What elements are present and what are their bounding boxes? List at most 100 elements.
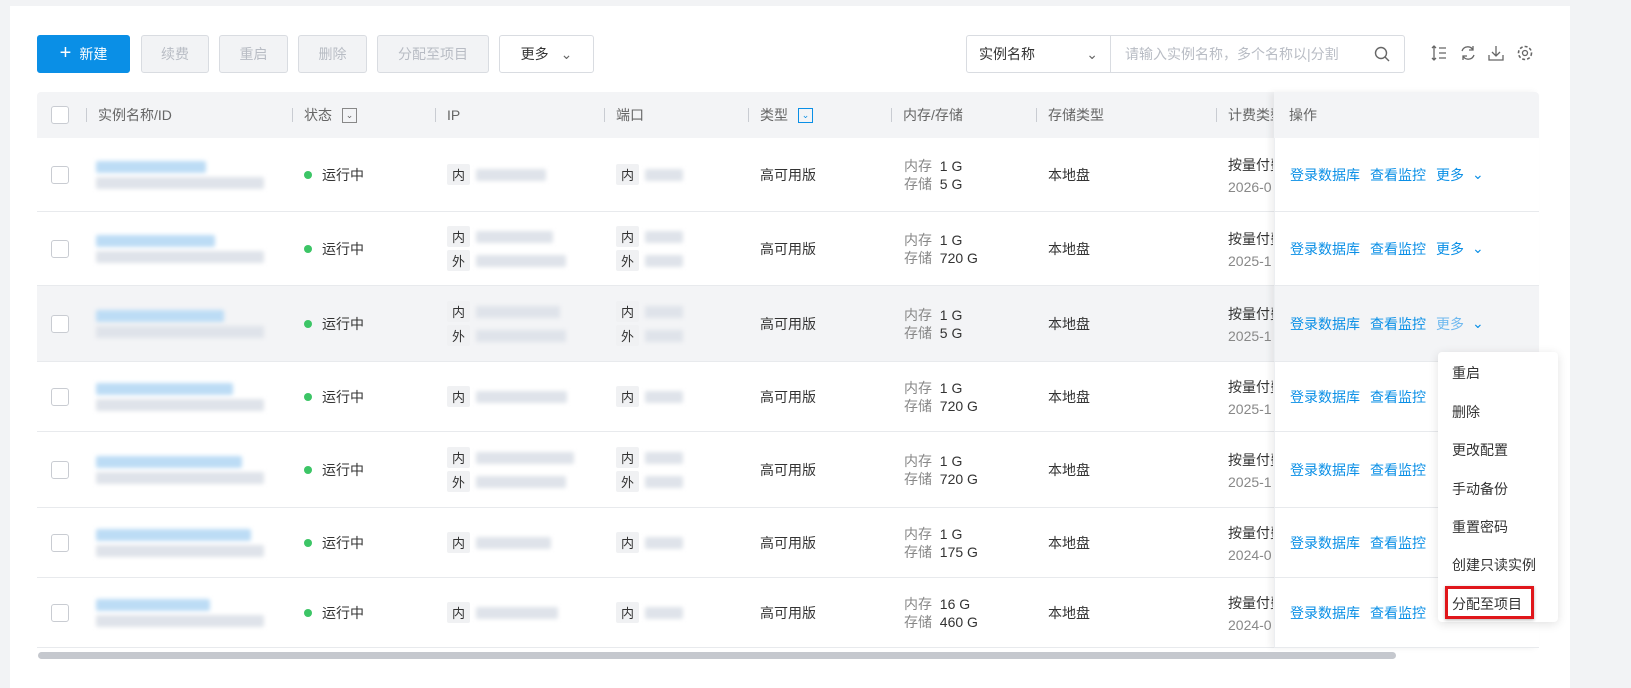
status-text: 运行中: [322, 604, 364, 621]
inner-label: 内: [447, 447, 471, 468]
new-label: 新建: [79, 46, 108, 62]
select-all-checkbox[interactable]: [51, 106, 69, 124]
ip-value: [476, 390, 568, 403]
search-field-label: 实例名称: [979, 46, 1035, 62]
ip-value: [476, 254, 567, 267]
instance-name[interactable]: [96, 309, 224, 322]
inner-label: 内: [616, 447, 640, 468]
expire-date: 2025-1: [1228, 473, 1272, 490]
row-checkbox[interactable]: [51, 534, 69, 552]
instance-id: [96, 614, 264, 627]
type-cell: 高可用版: [760, 461, 816, 478]
instance-name-cell[interactable]: [96, 138, 264, 211]
running-status-dot: [304, 392, 312, 401]
refresh-icon[interactable]: [1459, 44, 1477, 62]
settings-icon[interactable]: [1516, 44, 1534, 62]
ip-cell: 内外: [447, 212, 567, 285]
mem-label: 内存: [904, 231, 932, 248]
filter-icon[interactable]: ⌄: [798, 107, 813, 123]
row-checkbox[interactable]: [51, 604, 69, 622]
restart-button[interactable]: 重启: [219, 35, 288, 73]
running-status-dot: [304, 538, 312, 547]
instance-name[interactable]: [96, 234, 215, 247]
type-cell: 高可用版: [760, 604, 816, 621]
filter-icon[interactable]: ⌄: [342, 107, 357, 123]
horizontal-scrollbar[interactable]: [38, 652, 1396, 659]
port-value: [645, 254, 684, 267]
disk-value: 720 G: [939, 397, 978, 414]
inner-label: 内: [616, 226, 640, 247]
menu-item[interactable]: 重启: [1452, 363, 1480, 383]
instance-name-cell[interactable]: [96, 362, 264, 431]
billing-cell: 按量付费 2025-1: [1228, 432, 1273, 507]
status-cell: 运行中: [304, 212, 364, 285]
ip-value: [476, 230, 554, 243]
storage-type-cell: 本地盘: [1048, 461, 1090, 478]
search-icon[interactable]: [1374, 46, 1390, 62]
instance-id: [96, 471, 264, 484]
instance-id: [96, 176, 264, 189]
row-checkbox[interactable]: [51, 166, 69, 184]
port-cell: 内外: [616, 212, 684, 285]
instance-name-cell[interactable]: [96, 508, 264, 577]
instance-name[interactable]: [96, 455, 242, 468]
col-ip: IP: [447, 107, 461, 123]
row-checkbox[interactable]: [51, 388, 69, 406]
instance-name[interactable]: [96, 382, 233, 395]
ip-cell: 内: [447, 362, 568, 431]
mem-label: 内存: [904, 525, 932, 542]
port-value: [645, 168, 684, 181]
more-label: 更多: [520, 46, 549, 62]
menu-item[interactable]: 删除: [1452, 402, 1480, 422]
instance-name[interactable]: [96, 528, 251, 541]
instance-name-cell[interactable]: [96, 286, 264, 361]
row-checkbox[interactable]: [51, 461, 69, 479]
more-button[interactable]: 更多 ⌄: [499, 35, 594, 73]
menu-item[interactable]: 重置密码: [1452, 517, 1508, 537]
inner-label: 内: [447, 301, 471, 322]
instance-name[interactable]: [96, 160, 206, 173]
running-status-dot: [304, 608, 312, 617]
instance-name-cell[interactable]: [96, 212, 264, 285]
download-icon[interactable]: [1487, 44, 1505, 62]
disk-label: 存储: [904, 324, 932, 341]
menu-item[interactable]: 更改配置: [1452, 440, 1508, 460]
disk-value: 5 G: [939, 324, 963, 341]
col-type[interactable]: 类型 ⌄: [760, 92, 813, 138]
expire-date: 2025-1: [1228, 252, 1272, 269]
inner-label: 内: [616, 532, 640, 553]
storage-type-cell: 本地盘: [1048, 240, 1090, 257]
assign-project-button[interactable]: 分配至项目: [377, 35, 489, 73]
running-status-dot: [304, 170, 312, 179]
row-checkbox[interactable]: [51, 240, 69, 258]
col-status[interactable]: 状态 ⌄: [304, 92, 357, 138]
port-value: [645, 606, 684, 619]
instance-name-cell[interactable]: [96, 578, 264, 647]
status-text: 运行中: [322, 388, 364, 405]
status-cell: 运行中: [304, 138, 364, 211]
menu-item[interactable]: 创建只读实例: [1452, 555, 1536, 575]
instance-name[interactable]: [96, 598, 210, 611]
instance-name-cell[interactable]: [96, 432, 264, 507]
col-name[interactable]: 实例名称/ID: [98, 92, 172, 138]
col-port: 端口: [616, 107, 644, 123]
search-field-select[interactable]: 实例名称 ⌄: [967, 36, 1111, 72]
menu-item[interactable]: 手动备份: [1452, 479, 1508, 499]
ip-cell: 内: [447, 508, 552, 577]
expire-date: 2025-1: [1228, 327, 1272, 344]
row-checkbox[interactable]: [51, 315, 69, 333]
mem-cell: 内存 1 G 存储 720 G: [904, 432, 978, 507]
delete-button[interactable]: 删除: [298, 35, 367, 73]
sort-icon[interactable]: [1430, 44, 1448, 62]
new-button[interactable]: + 新建: [37, 35, 130, 73]
disk-label: 存储: [904, 249, 932, 266]
port-value: [645, 536, 684, 549]
search-input[interactable]: 请输入实例名称，多个名称以|分割: [1111, 36, 1404, 72]
storage-type-cell: 本地盘: [1048, 534, 1090, 551]
port-cell: 内: [616, 362, 684, 431]
inner-label: 内: [447, 386, 471, 407]
mem-label: 内存: [904, 452, 932, 469]
renew-button[interactable]: 续费: [141, 35, 209, 73]
port-value: [645, 451, 684, 464]
billing-type: 按量付费: [1228, 524, 1273, 541]
